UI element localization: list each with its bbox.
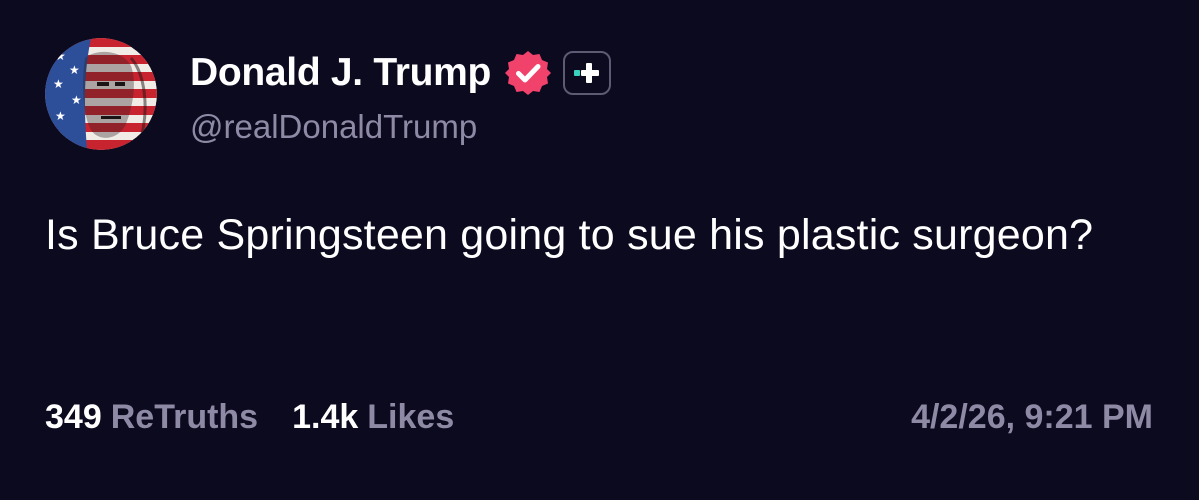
retruths-count[interactable]: 349	[45, 398, 102, 437]
svg-text:★: ★	[55, 49, 66, 63]
author-name-row: Donald J. Trump	[190, 48, 612, 98]
author-avatar[interactable]: ★ ★ ★ ★ ★	[45, 38, 157, 150]
post-card: ★ ★ ★ ★ ★ Donald J. Trump @realDonaldTru…	[0, 0, 1199, 500]
author-handle[interactable]: @realDonaldTrump	[190, 108, 477, 146]
post-stats: 349 ReTruths 1.4k Likes	[45, 398, 454, 437]
likes-label[interactable]: Likes	[367, 398, 454, 437]
avatar-flag-portrait: ★ ★ ★ ★ ★	[45, 38, 157, 150]
svg-text:★: ★	[69, 63, 80, 77]
plus-badge-icon	[563, 51, 612, 95]
svg-text:★: ★	[53, 77, 64, 91]
likes-count[interactable]: 1.4k	[292, 398, 358, 437]
author-display-name[interactable]: Donald J. Trump	[190, 51, 491, 95]
verified-badge-icon	[505, 51, 552, 95]
post-body-text: Is Bruce Springsteen going to sue his pl…	[45, 211, 1094, 259]
post-timestamp: 4/2/26, 9:21 PM	[911, 398, 1153, 436]
svg-text:★: ★	[55, 109, 66, 123]
svg-text:★: ★	[71, 93, 82, 107]
retruths-label[interactable]: ReTruths	[111, 398, 258, 437]
